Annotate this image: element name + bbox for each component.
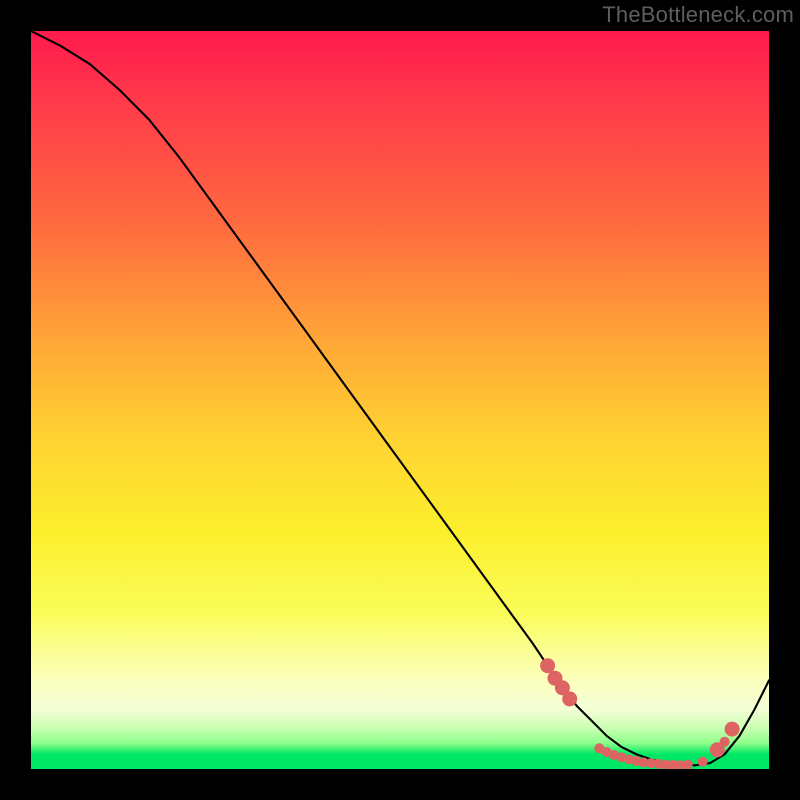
marker-group [540, 658, 740, 769]
marker-dot [540, 658, 555, 673]
marker-dot [562, 691, 577, 706]
bottleneck-curve [31, 31, 769, 765]
marker-dot [720, 737, 730, 747]
marker-dot [725, 722, 740, 737]
curve-layer [31, 31, 769, 769]
watermark-text: TheBottleneck.com [602, 2, 794, 28]
chart-frame: TheBottleneck.com [0, 0, 800, 800]
marker-dot [698, 757, 708, 767]
marker-dot [683, 760, 693, 769]
plot-area [31, 31, 769, 769]
